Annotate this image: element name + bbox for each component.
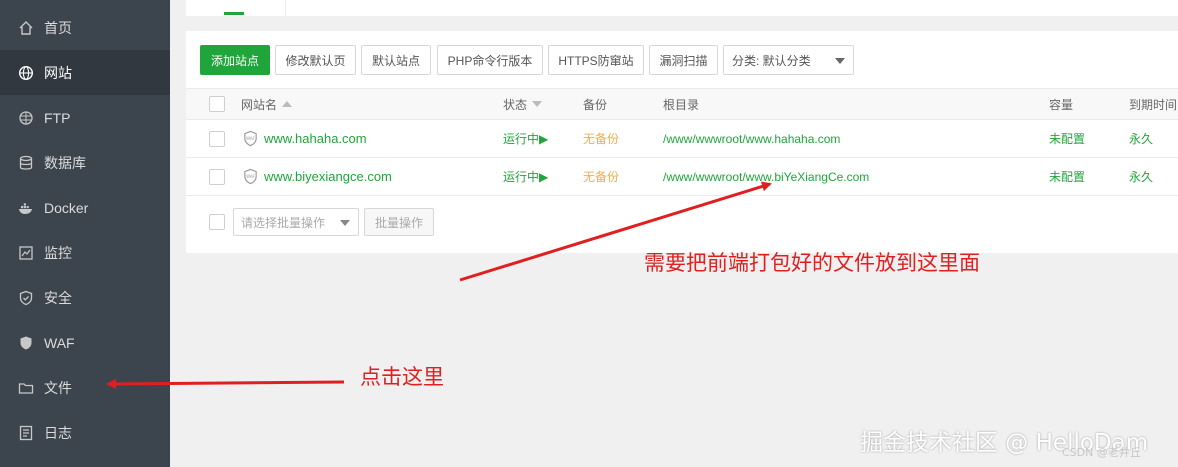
active-tab-indicator [224, 12, 244, 15]
sidebar-item-label: 数据库 [44, 154, 86, 171]
header-capacity: 容量 [1049, 97, 1074, 112]
expire-value[interactable]: 永久 [1129, 158, 1153, 195]
php-cli-version-button[interactable]: PHP命令行版本 [437, 45, 543, 75]
sidebar-item-website[interactable]: 网站 [0, 50, 170, 95]
sidebar-item-label: 文件 [44, 379, 72, 396]
top-panel [186, 0, 1178, 16]
https-protect-button[interactable]: HTTPS防窜站 [548, 45, 644, 75]
home-icon [17, 19, 35, 37]
site-name-link[interactable]: www.biyexiangce.com [264, 169, 392, 184]
site-name-link[interactable]: www.hahaha.com [264, 131, 367, 146]
globe-icon [17, 64, 35, 82]
sidebar-item-label: WAF [44, 334, 75, 351]
table-row: WAF www.hahaha.com 运行中▶ 无备份 /www/wwwroot… [186, 120, 1178, 158]
table-row: WAF www.biyexiangce.com 运行中▶ 无备份 /www/ww… [186, 158, 1178, 196]
waf-shield-icon: WAF [241, 130, 259, 148]
svg-text:WAF: WAF [246, 174, 255, 179]
sidebar-item-logs[interactable]: 日志 [0, 410, 170, 455]
sidebar-item-monitor[interactable]: 监控 [0, 230, 170, 275]
vuln-scan-button[interactable]: 漏洞扫描 [649, 45, 718, 75]
header-status[interactable]: 状态 [503, 89, 543, 119]
backup-status[interactable]: 无备份 [583, 158, 619, 195]
database-icon [17, 154, 35, 172]
batch-operation-select[interactable]: 请选择批量操作 [233, 208, 359, 236]
row-checkbox[interactable] [209, 168, 225, 185]
default-site-button[interactable]: 默认站点 [361, 45, 431, 75]
sidebar-item-home[interactable]: 首页 [0, 5, 170, 50]
sidebar-item-label: 首页 [44, 19, 72, 36]
table-header: 网站名 状态 备份 根目录 容量 到期时间 [186, 88, 1178, 120]
sidebar-item-label: 监控 [44, 244, 72, 261]
ftp-icon [17, 109, 35, 127]
waf-shield-icon [17, 334, 35, 352]
edit-default-page-button[interactable]: 修改默认页 [275, 45, 356, 75]
row-checkbox[interactable] [209, 130, 225, 147]
header-label: 网站名 [241, 97, 278, 112]
sidebar-item-database[interactable]: 数据库 [0, 140, 170, 185]
sidebar-item-security[interactable]: 安全 [0, 275, 170, 320]
chevron-down-icon [835, 58, 845, 64]
sidebar-item-label: FTP [44, 109, 71, 126]
monitor-icon [17, 244, 35, 262]
batch-select-placeholder: 请选择批量操作 [241, 215, 326, 230]
sort-desc-icon [532, 101, 543, 107]
select-all-bottom-checkbox[interactable] [209, 214, 225, 230]
sidebar-item-label: 网站 [44, 64, 72, 81]
sidebar-item-label: 安全 [44, 289, 72, 306]
docker-icon [17, 199, 35, 217]
sidebar: 首页 网站 FTP 数据库 Docker 监控 安全 WAF 文件 日志 [0, 0, 170, 467]
status-running[interactable]: 运行中▶ [503, 120, 548, 157]
capacity-value[interactable]: 未配置 [1049, 120, 1085, 157]
header-site-name[interactable]: 网站名 [241, 89, 293, 119]
header-backup: 备份 [583, 97, 608, 112]
root-dir-link[interactable]: /www/wwwroot/www.biYeXiangCe.com [663, 158, 869, 195]
annotation-files-hint: 点击这里 [360, 365, 444, 389]
folder-icon [17, 379, 35, 397]
shield-check-icon [17, 289, 35, 307]
select-all-checkbox[interactable] [209, 96, 225, 112]
capacity-value[interactable]: 未配置 [1049, 158, 1085, 195]
sidebar-item-label: 日志 [44, 424, 72, 441]
root-dir-link[interactable]: /www/wwwroot/www.hahaha.com [663, 120, 840, 157]
header-label: 状态 [503, 97, 528, 112]
sort-asc-icon [282, 101, 293, 107]
svg-text:WAF: WAF [246, 136, 255, 141]
category-select[interactable]: 分类: 默认分类 [723, 45, 854, 75]
sidebar-item-ftp[interactable]: FTP [0, 95, 170, 140]
expire-value[interactable]: 永久 [1129, 120, 1153, 157]
header-expire: 到期时间 [1129, 97, 1178, 112]
add-site-button[interactable]: 添加站点 [200, 45, 270, 75]
log-icon [17, 424, 35, 442]
header-root-dir: 根目录 [663, 97, 700, 112]
sidebar-item-docker[interactable]: Docker [0, 185, 170, 230]
waf-shield-icon: WAF [241, 168, 259, 186]
sidebar-item-files[interactable]: 文件 [0, 365, 170, 410]
status-running[interactable]: 运行中▶ [503, 158, 548, 195]
csdn-watermark: CSDN @老井丘 [1062, 446, 1141, 459]
batch-operation-button[interactable]: 批量操作 [364, 208, 434, 236]
annotation-root-hint: 需要把前端打包好的文件放到这里面 [644, 251, 980, 275]
top-tab[interactable] [186, 0, 286, 16]
batch-toolbar: 请选择批量操作 批量操作 [186, 206, 1178, 238]
sidebar-item-waf[interactable]: WAF [0, 320, 170, 365]
category-select-value: 分类: 默认分类 [732, 53, 811, 68]
site-list-panel: 添加站点 修改默认页 默认站点 PHP命令行版本 HTTPS防窜站 漏洞扫描 分… [186, 31, 1178, 253]
sidebar-item-label: Docker [44, 199, 89, 216]
backup-status[interactable]: 无备份 [583, 120, 619, 157]
chevron-down-icon [340, 220, 350, 226]
